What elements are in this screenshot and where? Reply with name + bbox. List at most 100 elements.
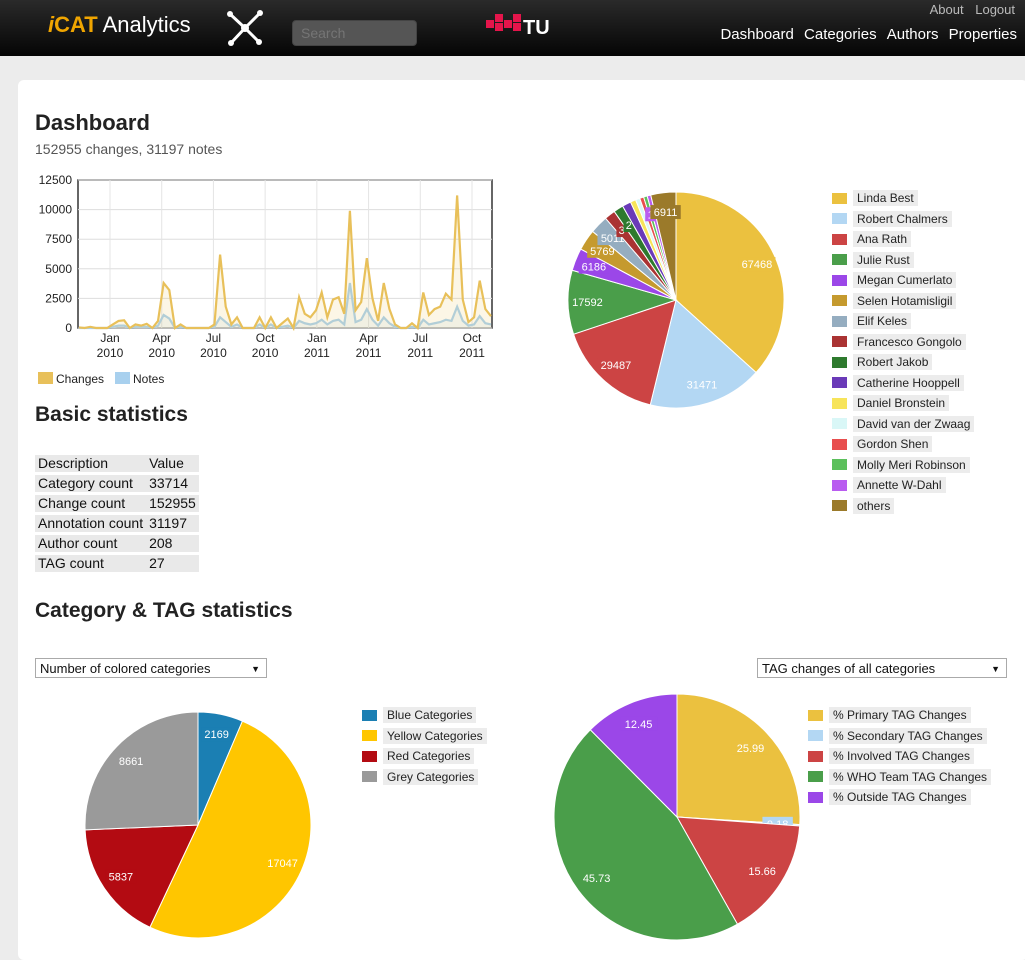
y-tick-label: 5000 <box>45 262 72 276</box>
select-value: TAG changes of all categories <box>762 661 936 676</box>
nav-categories[interactable]: Categories <box>804 26 877 43</box>
tags-pie-chart: 25.990.1815.6645.7312.45 <box>553 693 801 941</box>
legend-label: Elif Keles <box>853 313 912 330</box>
nav-authors[interactable]: Authors <box>887 26 939 43</box>
legend-item[interactable]: Julie Rust <box>832 250 974 271</box>
legend-item[interactable]: Linda Best <box>832 188 974 209</box>
legend-item[interactable]: % Primary TAG Changes <box>808 705 991 726</box>
x-tick-label: Oct <box>256 331 275 345</box>
legend-item[interactable]: Robert Chalmers <box>832 209 974 230</box>
legend-item[interactable]: Molly Meri Robinson <box>832 455 974 476</box>
network-logo-icon <box>227 10 263 46</box>
table-row: Category count 33714 <box>35 475 199 492</box>
table-row: Change count 152955 <box>35 495 199 512</box>
x-tick-label: Jan <box>100 331 119 345</box>
legend-item[interactable]: Ana Rath <box>832 229 974 250</box>
categories-legend: Blue Categories Yellow Categories Red Cate… <box>362 705 487 787</box>
legend-item[interactable]: % Involved TAG Changes <box>808 746 991 767</box>
legend-item[interactable]: % WHO Team TAG Changes <box>808 767 992 788</box>
authors-legend: Linda Best Robert Chalmers Ana Rath Julie R… <box>832 188 975 517</box>
nav-dashboard[interactable]: Dashboard <box>720 26 793 43</box>
legend-item[interactable]: Francesco Gongolo <box>832 332 974 353</box>
tag-chart-select[interactable]: TAG changes of all categories ▼ <box>757 658 1007 678</box>
y-tick-label: 2500 <box>45 291 72 305</box>
legend-swatch <box>832 192 847 204</box>
data-label: 31471 <box>687 380 718 392</box>
legend-item[interactable]: % Outside TAG Changes <box>808 787 991 808</box>
brand-analytics: Analytics <box>97 12 191 37</box>
data-label: 12.45 <box>625 719 653 731</box>
data-label: 6911 <box>654 207 678 219</box>
table-row: TAG count 27 <box>35 555 199 572</box>
legend-label: Julie Rust <box>853 251 914 268</box>
legend-item[interactable]: Elif Keles <box>832 311 974 332</box>
legend-item[interactable]: Red Categories <box>362 746 487 767</box>
data-label: 17047 <box>267 858 298 870</box>
search-input[interactable] <box>292 20 417 46</box>
x-tick-label: 2010 <box>200 346 227 360</box>
data-label: 17592 <box>572 297 603 309</box>
legend-item[interactable]: Robert Jakob <box>832 352 974 373</box>
legend-swatch <box>832 295 847 307</box>
legend-swatch <box>832 397 847 409</box>
table-cell: 152955 <box>146 495 199 512</box>
chevron-down-icon: ▼ <box>251 664 260 674</box>
x-tick-label: 2011 <box>304 346 330 360</box>
legend-swatch <box>362 750 377 762</box>
pie-slice[interactable] <box>84 711 199 831</box>
x-tick-label: 2010 <box>148 346 175 360</box>
tags-legend: % Primary TAG Changes % Secondary TAG Cha… <box>808 705 992 808</box>
legend-swatch <box>808 791 823 803</box>
legend-item[interactable]: % Secondary TAG Changes <box>808 726 991 747</box>
x-tick-label: 2011 <box>407 346 433 360</box>
legend-item[interactable]: David van der Zwaag <box>832 414 975 435</box>
legend-label: % Outside TAG Changes <box>829 789 971 806</box>
y-tick-label: 7500 <box>45 232 72 246</box>
legend-swatch <box>832 418 847 430</box>
y-tick-label: 0 <box>65 321 72 335</box>
basic-statistics-title: Basic statistics <box>35 403 188 426</box>
legend-item[interactable]: others <box>832 496 974 517</box>
category-chart-select[interactable]: Number of colored categories ▼ <box>35 658 267 678</box>
legend-item[interactable]: Annette W-Dahl <box>832 475 974 496</box>
legend-label[interactable]: Notes <box>133 372 164 386</box>
x-tick-label: Apr <box>359 331 378 345</box>
data-label: 25.99 <box>737 743 765 755</box>
legend-item[interactable]: Selen Hotamisligil <box>832 291 974 312</box>
logout-link[interactable]: Logout <box>975 2 1015 17</box>
legend-item[interactable]: Grey Categories <box>362 767 487 788</box>
legend-label: Grey Categories <box>383 768 479 785</box>
legend-item[interactable]: Megan Cumerlato <box>832 270 974 291</box>
legend-swatch <box>832 233 847 245</box>
table-cell: Change count <box>35 495 147 512</box>
pie-slice[interactable] <box>676 693 801 826</box>
legend-label: % WHO Team TAG Changes <box>829 768 992 785</box>
table-cell: 208 <box>146 535 199 552</box>
legend-label: Linda Best <box>853 190 918 207</box>
legend-item[interactable]: Blue Categories <box>362 705 487 726</box>
about-link[interactable]: About <box>930 2 964 17</box>
x-tick-label: Jul <box>413 331 428 345</box>
legend-label: Gordon Shen <box>853 436 933 453</box>
legend-label: Blue Categories <box>383 707 477 724</box>
legend-item[interactable]: Catherine Hooppell <box>832 373 974 394</box>
data-label: 2169 <box>204 729 228 741</box>
legend-label: Red Categories <box>383 748 475 765</box>
table-cell: Author count <box>35 535 147 552</box>
data-label: 5837 <box>109 871 133 883</box>
legend-item[interactable]: Gordon Shen <box>832 434 974 455</box>
legend-item[interactable]: Yellow Categories <box>362 726 487 747</box>
brand-logo[interactable]: iCAT Analytics <box>48 12 191 38</box>
svg-text:TU: TU <box>523 17 550 39</box>
legend-label[interactable]: Changes <box>56 372 104 386</box>
table-header: Value <box>146 455 199 472</box>
x-tick-label: 2010 <box>97 346 124 360</box>
nav-properties[interactable]: Properties <box>949 26 1017 43</box>
page-subtitle: 152955 changes, 31197 notes <box>35 141 223 157</box>
legend-item[interactable]: Daniel Bronstein <box>832 393 974 414</box>
legend-label: % Secondary TAG Changes <box>829 727 987 744</box>
table-row: Author count 208 <box>35 535 199 552</box>
legend-label: Selen Hotamisligil <box>853 292 957 309</box>
x-tick-label: Jan <box>307 331 326 345</box>
data-label: 45.73 <box>583 873 611 885</box>
